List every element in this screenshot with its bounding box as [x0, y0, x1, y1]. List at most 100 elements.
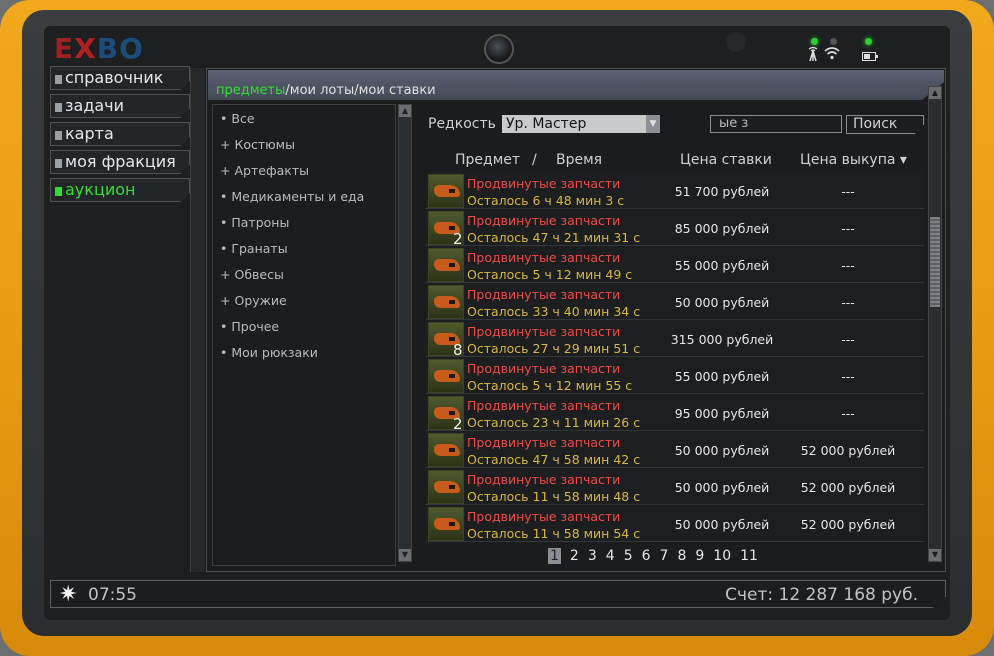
item-name: Продвинутые запчасти: [467, 213, 621, 228]
category-item[interactable]: • Патроны: [220, 215, 289, 230]
status-led-green: [811, 38, 818, 45]
lot-row[interactable]: Продвинутые запчасти Осталось 47 ч 58 мин…: [426, 431, 924, 468]
lot-row[interactable]: 8 Продвинутые запчасти Осталось 27 ч 29 ми…: [426, 320, 924, 359]
lot-row[interactable]: Продвинутые запчасти Осталось 33 ч 40 мин…: [426, 283, 924, 320]
item-name: Продвинутые запчасти: [467, 287, 621, 302]
page-link[interactable]: 8: [677, 548, 686, 564]
time-left: Осталось 33 ч 40 мин 34 с: [467, 304, 641, 319]
category-marker: +: [220, 293, 231, 308]
category-label: Артефакты: [234, 163, 309, 178]
pagination: 1 2 3 4 5 6 7 8 9 10 11: [548, 548, 767, 564]
menu-item-auction[interactable]: аукцион: [50, 178, 190, 202]
wifi-icon: [824, 46, 840, 64]
page-link[interactable]: 10: [713, 548, 731, 564]
page-link[interactable]: 4: [606, 548, 615, 564]
lot-row[interactable]: Продвинутые запчасти Осталось 6 ч 48 мин …: [426, 172, 924, 209]
account-balance: Счет: 12 287 168 руб.: [725, 585, 918, 605]
scroll-down-icon[interactable]: ▼: [399, 549, 411, 561]
lot-row[interactable]: 2 Продвинутые запчасти Осталось 47 ч 21 ми…: [426, 209, 924, 248]
column-separator: /: [532, 152, 537, 168]
search-button[interactable]: Поиск: [846, 115, 924, 134]
column-buyout-price[interactable]: Цена выкупа ▾: [800, 152, 907, 168]
category-item[interactable]: • Медикаменты и еда: [220, 189, 364, 204]
auction-tabs: предметы/мои лоты/мои ставки: [216, 83, 436, 98]
item-name: Продвинутые запчасти: [467, 361, 621, 376]
menu-item-tasks[interactable]: задачи: [50, 94, 190, 118]
icon-detail: [449, 189, 455, 193]
page-link[interactable]: 6: [642, 548, 651, 564]
buyout-price: ---: [841, 258, 855, 273]
page-link[interactable]: 1: [548, 548, 561, 564]
category-item[interactable]: + Оружие: [220, 293, 287, 308]
scroll-down-icon[interactable]: ▼: [929, 549, 941, 561]
menu-item-label: моя фракция: [65, 152, 176, 171]
buyout-price: ---: [841, 221, 855, 236]
item-icon: [428, 248, 464, 282]
category-marker: +: [220, 137, 231, 152]
category-label: Патроны: [231, 215, 290, 230]
page-link[interactable]: 5: [624, 548, 633, 564]
menu-item-directory[interactable]: справочник: [50, 66, 190, 90]
tab-items[interactable]: предметы: [216, 83, 285, 98]
page-link[interactable]: 9: [695, 548, 704, 564]
time-left: Осталось 5 ч 12 мин 49 с: [467, 267, 633, 282]
lot-scrollbar[interactable]: ▲ ▼: [928, 86, 942, 562]
rarity-label: Редкость: [428, 116, 496, 132]
search-input[interactable]: ые з: [710, 115, 842, 133]
page-link[interactable]: 3: [588, 548, 597, 564]
time-left: Осталось 11 ч 58 мин 48 с: [467, 489, 641, 504]
column-item[interactable]: Предмет: [455, 152, 520, 168]
item-icon: 2: [428, 211, 464, 248]
light-sensor: [726, 32, 746, 52]
category-label: Медикаменты и еда: [231, 189, 365, 204]
lot-row[interactable]: Продвинутые запчасти Осталось 5 ч 12 мин …: [426, 246, 924, 283]
category-marker: +: [220, 163, 231, 178]
category-item[interactable]: • Все: [220, 111, 255, 126]
category-item[interactable]: • Гранаты: [220, 241, 288, 256]
category-item[interactable]: + Артефакты: [220, 163, 309, 178]
icon-detail: [449, 374, 455, 378]
rarity-select[interactable]: Ур. Мастер ▼: [502, 115, 660, 133]
scroll-thumb[interactable]: [930, 217, 940, 307]
spare-parts-icon: [434, 370, 460, 382]
item-icon: [428, 359, 464, 393]
category-item[interactable]: + Обвесы: [220, 267, 284, 282]
lot-row[interactable]: 2 Продвинутые запчасти Осталось 23 ч 11 ми…: [426, 394, 924, 433]
menu-item-faction[interactable]: моя фракция: [50, 150, 190, 174]
icon-detail: [449, 485, 455, 489]
lot-row[interactable]: Продвинутые запчасти Осталось 11 ч 58 мин…: [426, 468, 924, 505]
bid-price: 55 000 рублей: [674, 258, 770, 273]
page-link[interactable]: 2: [570, 548, 579, 564]
scroll-up-icon[interactable]: ▲: [929, 87, 941, 99]
icon-detail: [449, 448, 455, 452]
column-time[interactable]: Время: [556, 152, 602, 168]
category-item[interactable]: • Мои рюкзаки: [220, 345, 318, 360]
menu-item-map[interactable]: карта: [50, 122, 190, 146]
menu-bullet-icon: [55, 75, 62, 84]
category-item[interactable]: + Костюмы: [220, 137, 295, 152]
category-label: Все: [231, 111, 255, 126]
scroll-up-icon[interactable]: ▲: [399, 105, 411, 117]
page-link[interactable]: 11: [740, 548, 758, 564]
tab-my-lots[interactable]: мои лоты: [290, 83, 354, 98]
spare-parts-icon: [434, 444, 460, 456]
category-item[interactable]: • Прочее: [220, 319, 279, 334]
page-link[interactable]: 7: [660, 548, 669, 564]
buyout-price: 52 000 рублей: [800, 480, 896, 495]
lot-list: Продвинутые запчасти Осталось 6 ч 48 мин …: [426, 172, 924, 542]
item-icon: [428, 285, 464, 319]
category-marker: +: [220, 267, 231, 282]
bid-price: 51 700 рублей: [674, 184, 770, 199]
time-left: Осталось 6 ч 48 мин 3 с: [467, 193, 625, 208]
spare-parts-icon: [434, 296, 460, 308]
menu-item-label: аукцион: [65, 180, 136, 199]
category-label: Оружие: [234, 293, 287, 308]
dropdown-arrow-icon[interactable]: ▼: [646, 115, 660, 133]
bid-price: 50 000 рублей: [674, 480, 770, 495]
lot-row[interactable]: Продвинутые запчасти Осталось 11 ч 58 мин…: [426, 505, 924, 542]
column-bid-price[interactable]: Цена ставки: [680, 152, 772, 168]
category-scrollbar[interactable]: ▲ ▼: [398, 104, 412, 562]
lot-row[interactable]: Продвинутые запчасти Осталось 5 ч 12 мин …: [426, 357, 924, 394]
menu-item-label: справочник: [65, 68, 164, 87]
tab-my-bids[interactable]: мои ставки: [359, 83, 436, 98]
